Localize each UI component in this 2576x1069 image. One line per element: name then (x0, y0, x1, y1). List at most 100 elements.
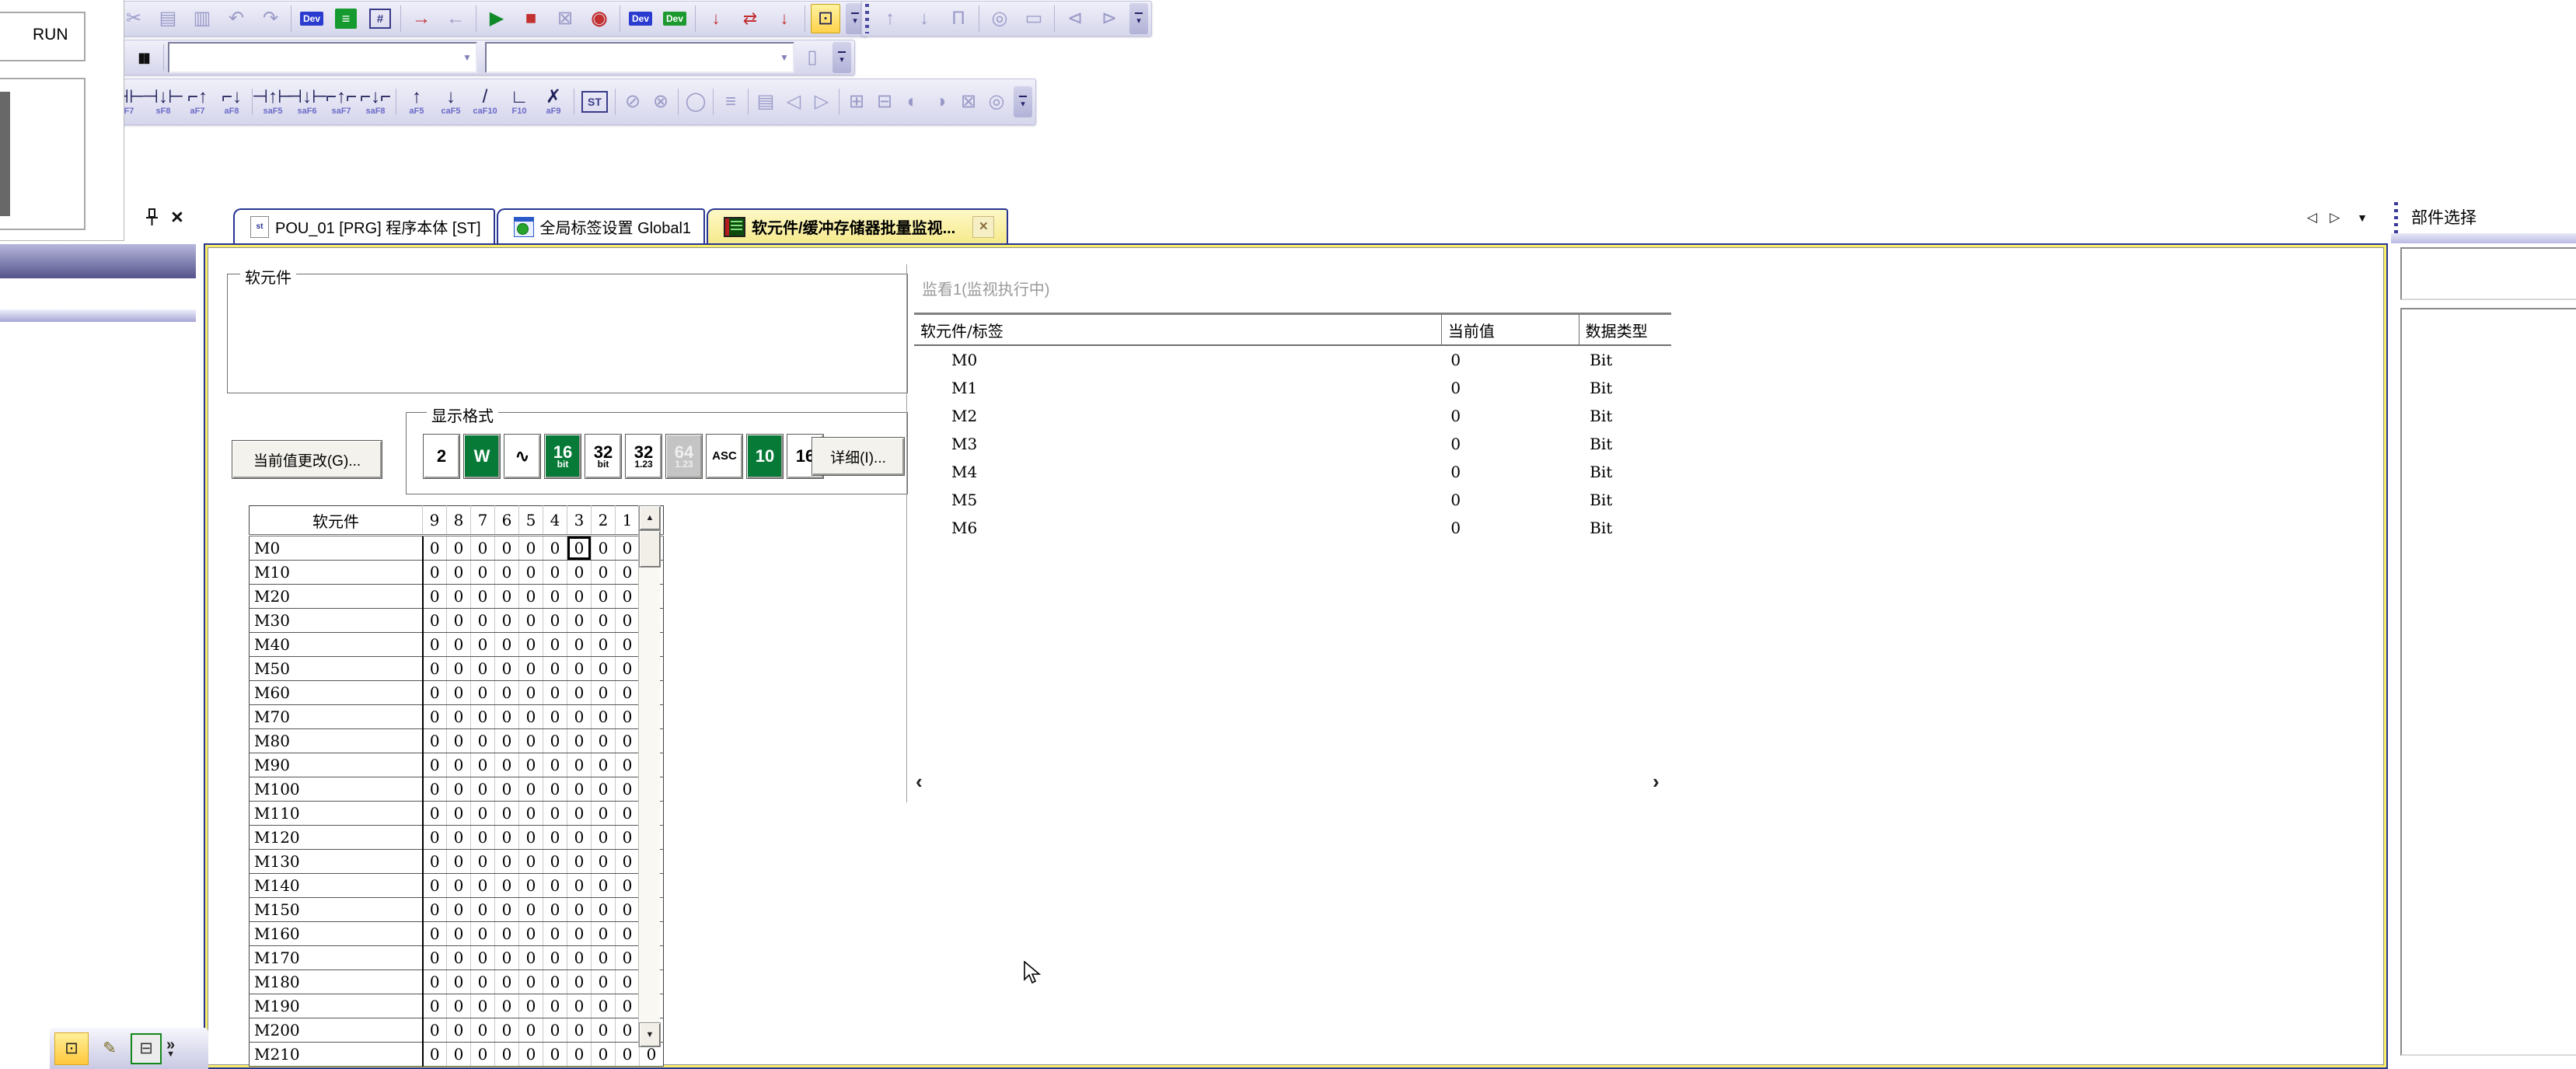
tab-3[interactable]: 软元件/缓冲存储器批量监视...× (707, 208, 1008, 243)
bit-cell[interactable]: 0 (616, 536, 640, 561)
monitor-pause-icon[interactable]: ⊠ (549, 4, 581, 33)
bit-cell[interactable]: 0 (519, 922, 543, 946)
bit-cell[interactable]: 0 (616, 874, 640, 898)
bit-cell[interactable]: 0 (447, 561, 471, 585)
bit-cell[interactable]: 0 (447, 850, 471, 874)
bit-cell[interactable]: 0 (471, 1043, 495, 1067)
bit-cell[interactable]: 0 (519, 633, 543, 657)
bit-cell[interactable]: 0 (567, 585, 592, 609)
bit-cell[interactable]: 0 (543, 657, 567, 681)
bit-cell[interactable]: 0 (423, 826, 447, 850)
watch-scroll-right-icon[interactable]: › (1653, 770, 1660, 794)
bitgrid-device-cell[interactable]: M60 (250, 681, 423, 705)
chevron-down-icon[interactable]: ▼ (777, 47, 791, 68)
bit-cell[interactable]: 0 (543, 922, 567, 946)
bit-cell[interactable]: 0 (423, 874, 447, 898)
bit-cell[interactable]: 0 (567, 633, 592, 657)
bit-cell[interactable]: 0 (471, 922, 495, 946)
bit-cell[interactable]: 0 (423, 802, 447, 826)
bit-cell[interactable]: 0 (616, 609, 640, 633)
write-to-plc-icon[interactable]: → (405, 4, 438, 33)
bit-cell[interactable]: 0 (423, 633, 447, 657)
find-instruction-combobox[interactable]: ▼ (485, 42, 794, 73)
bit-cell[interactable]: 0 (471, 633, 495, 657)
bit-cell[interactable]: 0 (567, 802, 592, 826)
bit-cell[interactable]: 0 (471, 777, 495, 802)
watch-column-header[interactable]: 软元件/标签 (914, 314, 1441, 346)
trace-start-icon[interactable]: ⊲ (1059, 4, 1091, 33)
ladder-rising-icon[interactable]: ↑aF5 (400, 87, 433, 117)
bitgrid-device-cell[interactable]: M100 (250, 777, 423, 802)
bit-cell[interactable]: 0 (519, 1043, 543, 1067)
bit-cell[interactable]: 0 (447, 898, 471, 922)
bit-cell[interactable]: 0 (567, 1043, 592, 1067)
bit-cell[interactable]: 0 (616, 802, 640, 826)
bitgrid-device-cell[interactable]: M10 (250, 561, 423, 585)
bit-cell[interactable]: 0 (447, 994, 471, 1018)
tab-close-icon[interactable]: × (972, 216, 994, 238)
bit-cell[interactable]: 0 (567, 536, 592, 561)
bit-cell[interactable]: 0 (592, 657, 616, 681)
bit-cell[interactable]: 0 (519, 994, 543, 1018)
bit-cell[interactable]: 0 (447, 826, 471, 850)
bitgrid-device-cell[interactable]: M70 (250, 705, 423, 729)
bit-cell[interactable]: 0 (616, 970, 640, 994)
device-batch-monitor-icon[interactable]: Dev (624, 4, 657, 33)
bit-cell[interactable]: 0 (519, 536, 543, 561)
bit-cell[interactable]: 0 (495, 1043, 519, 1067)
bit-cell[interactable]: 0 (616, 1043, 640, 1067)
bit-cell[interactable]: 0 (447, 585, 471, 609)
bit-cell[interactable]: 0 (543, 777, 567, 802)
bit-cell[interactable]: 0 (471, 802, 495, 826)
bit-cell[interactable]: 0 (471, 753, 495, 777)
bit-cell[interactable]: 0 (495, 1018, 519, 1043)
bitgrid-device-cell[interactable]: M50 (250, 657, 423, 681)
docked-window-titlebar[interactable] (0, 244, 196, 278)
bit-cell[interactable]: 0 (447, 681, 471, 705)
find-device-combobox[interactable]: ▼ (168, 42, 477, 73)
bit-cell[interactable]: 0 (592, 585, 616, 609)
bit-cell[interactable]: 0 (423, 536, 447, 561)
bit-cell[interactable]: 0 (447, 536, 471, 561)
scroll-up-icon[interactable]: ▲ (639, 505, 661, 530)
bitgrid-device-cell[interactable]: M130 (250, 850, 423, 874)
bit-cell[interactable]: 0 (543, 536, 567, 561)
bit-cell[interactable]: 0 (543, 561, 567, 585)
bit-cell[interactable]: 0 (567, 777, 592, 802)
bit-cell[interactable]: 0 (567, 922, 592, 946)
statement-display-icon[interactable]: ◑ (927, 87, 954, 117)
ladder-delete-line-icon[interactable]: ✗aF9 (537, 87, 570, 117)
bit-cell[interactable]: 0 (592, 729, 616, 753)
bit-cell[interactable]: 0 (495, 994, 519, 1018)
bit-cell[interactable]: 0 (447, 753, 471, 777)
bit-cell[interactable]: 0 (471, 898, 495, 922)
bit-cell[interactable]: 0 (592, 922, 616, 946)
bit-cell[interactable]: 0 (495, 898, 519, 922)
device-display-off-icon[interactable]: ⊟ (871, 87, 898, 117)
bit-cell[interactable]: 0 (519, 657, 543, 681)
bit-cell[interactable]: 0 (543, 1018, 567, 1043)
bit-cell[interactable]: 0 (471, 826, 495, 850)
bit-cell[interactable]: 0 (471, 994, 495, 1018)
bit-cell[interactable]: 0 (495, 874, 519, 898)
bitgrid-scrollbar[interactable]: ▲ ▼ (638, 505, 660, 1047)
ladder-falling-icon[interactable]: ↓caF5 (435, 87, 467, 117)
zoom-icon[interactable]: ◎ (983, 87, 1010, 117)
bit-cell[interactable]: 0 (543, 826, 567, 850)
monitor-mode-icon[interactable]: ⊡ (809, 4, 842, 33)
bitgrid-device-cell[interactable]: M200 (250, 1018, 423, 1043)
bit-cell[interactable]: 0 (519, 585, 543, 609)
bit-cell[interactable]: 0 (543, 994, 567, 1018)
bit-cell[interactable]: 0 (495, 633, 519, 657)
bit-cell[interactable]: 0 (471, 729, 495, 753)
bit-cell[interactable]: 0 (616, 994, 640, 1018)
ladder-invert-icon[interactable]: /caF10 (469, 87, 501, 117)
bit-cell[interactable]: 0 (543, 681, 567, 705)
bit-cell[interactable]: 0 (423, 585, 447, 609)
bitgrid-device-cell[interactable]: M140 (250, 874, 423, 898)
bit-cell[interactable]: 0 (567, 1018, 592, 1043)
format-detail-button[interactable]: 详细(I)... (812, 437, 905, 476)
transfer-setup-icon[interactable]: ⇄ (734, 4, 766, 33)
bit-cell[interactable]: 0 (495, 536, 519, 561)
bit-cell[interactable]: 0 (447, 729, 471, 753)
